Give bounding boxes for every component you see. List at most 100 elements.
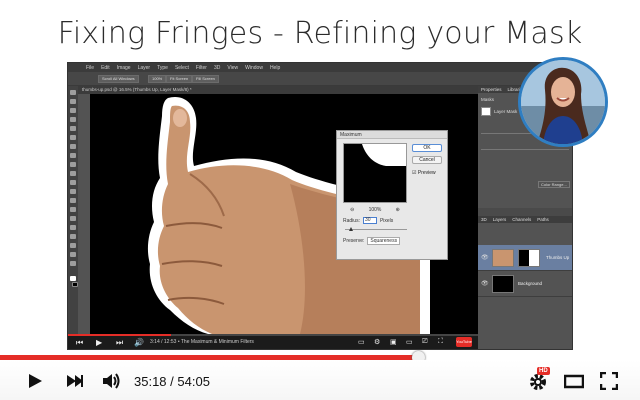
inner-prev-icon[interactable]: ⏮ — [76, 338, 83, 348]
stamp-tool-icon — [70, 162, 76, 167]
foreground-color-icon — [70, 276, 76, 281]
properties-masks-label: Masks — [481, 97, 495, 102]
feather-slider[interactable] — [481, 149, 569, 150]
preview-mask-shape — [344, 144, 406, 202]
layer-row-background[interactable]: 👁 Background — [478, 271, 572, 297]
zoom-tool-icon — [70, 261, 76, 266]
inner-chapter-title: • The Maximum & Minimum Filters — [177, 339, 254, 345]
properties-layer-mask-label: Layer Mask — [494, 109, 518, 114]
path-select-tool-icon — [70, 234, 76, 239]
ps-canvas: Maximum OK Cancel ☑ Preview ⊖ 100% ⊕ Rad… — [90, 94, 478, 334]
cancel-button[interactable]: Cancel — [412, 156, 442, 164]
healing-tool-icon — [70, 144, 76, 149]
filter-preview[interactable] — [343, 143, 407, 203]
ps-menu-item: Help — [269, 64, 281, 71]
background-color-icon — [72, 282, 78, 287]
radius-slider-knob[interactable] — [349, 227, 353, 231]
ps-zoom-100: 100% — [148, 75, 167, 83]
tab-channels[interactable]: Channels — [512, 217, 531, 222]
youtube-logo-icon: YouTube — [456, 337, 472, 347]
preserve-label: Preserve: — [343, 238, 365, 244]
radius-slider[interactable] — [345, 227, 407, 231]
lasso-tool-icon — [70, 108, 76, 113]
ps-menu-item: Image — [116, 64, 131, 71]
inner-next-icon[interactable]: ⏭ — [116, 338, 123, 348]
inner-volume-icon[interactable]: 🔊 — [134, 338, 144, 347]
ps-menu-item: Window — [245, 64, 263, 71]
eye-icon[interactable]: 👁 — [481, 280, 489, 287]
ps-menu-item: Layer — [137, 64, 151, 71]
layers-tabs: 3D Layers Channels Paths — [478, 216, 572, 223]
preview-zoom-value: 100% — [368, 207, 382, 213]
inner-fullscreen-icon[interactable]: ⛶ — [438, 338, 443, 346]
settings-gear-icon[interactable] — [528, 372, 548, 392]
preview-checkbox[interactable]: ☑ Preview — [412, 170, 436, 176]
ok-button[interactable]: OK — [412, 144, 442, 152]
ps-document-tab-label: thumbs-up.psd @ 16.5% (Thumbs Up, Layer … — [82, 87, 192, 92]
eyedropper-tool-icon — [70, 135, 76, 140]
dialog-title: Maximum — [337, 131, 447, 139]
radius-input[interactable]: 30 — [362, 217, 377, 224]
layer-mask-thumbnail[interactable] — [518, 249, 540, 267]
gradient-tool-icon — [70, 189, 76, 194]
inner-miniplayer-icon[interactable]: ▣ — [390, 338, 397, 346]
inner-time: 3:14 / 12:53 • The Maximum & Minimum Fil… — [150, 339, 254, 345]
video-frame[interactable]: Fixing Fringes - Refining your Mask File… — [0, 0, 640, 400]
play-icon[interactable] — [26, 372, 44, 390]
dodge-tool-icon — [70, 207, 76, 212]
inner-settings-icon[interactable]: ⚙ — [374, 338, 380, 346]
tab-3d[interactable]: 3D — [481, 217, 487, 222]
layer-row-thumbs-up[interactable]: 👁 Thumbs Up — [478, 245, 572, 271]
tab-paths[interactable]: Paths — [537, 217, 549, 222]
inner-time-value: 3:14 / 12:53 — [150, 339, 177, 345]
mask-thumbnail — [481, 107, 491, 116]
ps-menu-item: File — [86, 64, 95, 71]
crop-tool-icon — [70, 126, 76, 131]
ps-fill-screen: Fill Screen — [192, 75, 219, 83]
ps-menu-item: View — [227, 64, 239, 71]
ps-document-tab: thumbs-up.psd @ 16.5% (Thumbs Up, Layer … — [78, 86, 478, 94]
ps-menubar: File Edit Image Layer Type Select Filter… — [68, 63, 572, 72]
inner-progress-played — [68, 334, 171, 336]
eye-icon[interactable]: 👁 — [481, 254, 489, 261]
ps-menu-item: Select — [174, 64, 189, 71]
ps-toolbar — [68, 86, 78, 349]
history-brush-tool-icon — [70, 171, 76, 176]
inner-play-icon[interactable]: ▶ — [96, 338, 102, 347]
preview-checkbox-label: Preview — [417, 170, 436, 176]
presenter-image — [521, 60, 605, 144]
ps-scroll-all: Scroll All Windows — [98, 75, 139, 83]
layer-thumbnail — [492, 275, 514, 293]
ps-menu-item: 3D — [213, 64, 221, 71]
layer-thumbnail — [492, 249, 514, 267]
shape-tool-icon — [70, 243, 76, 248]
color-range-button[interactable]: Color Range... — [538, 181, 570, 188]
radius-row: Radius: 30 Pixels — [343, 217, 393, 224]
zoom-out-icon[interactable]: ⊖ — [350, 207, 354, 213]
blur-tool-icon — [70, 198, 76, 203]
next-icon[interactable] — [66, 372, 84, 390]
volume-icon[interactable] — [102, 372, 122, 390]
video-controls-bar — [0, 360, 640, 400]
move-tool-icon — [70, 90, 76, 95]
tab-layers[interactable]: Layers — [493, 217, 507, 222]
tab-properties[interactable]: Properties — [481, 87, 502, 92]
fullscreen-icon[interactable] — [600, 372, 618, 390]
eraser-tool-icon — [70, 180, 76, 185]
ps-menu-item: Edit — [101, 64, 110, 71]
quick-select-tool-icon — [70, 117, 76, 122]
marquee-tool-icon — [70, 99, 76, 104]
time-separator: / — [170, 374, 174, 389]
theater-mode-icon[interactable] — [564, 372, 584, 390]
inner-cast-icon[interactable]: ⎚ — [422, 338, 428, 346]
radius-unit: Pixels — [379, 217, 394, 224]
preserve-select[interactable]: Squareness — [367, 237, 401, 245]
layer-name: Background — [518, 281, 543, 286]
ps-options-bar: Scroll All Windows 100% Fit Screen Fill … — [68, 72, 572, 86]
inner-theater-icon[interactable]: ▭ — [406, 338, 413, 346]
preserve-row: Preserve: Squareness — [343, 237, 401, 245]
inner-subtitles-icon[interactable]: ▭ — [358, 338, 365, 346]
photoshop-window: File Edit Image Layer Type Select Filter… — [67, 62, 573, 350]
zoom-in-icon[interactable]: ⊕ — [396, 207, 400, 213]
presenter-webcam — [518, 57, 608, 147]
